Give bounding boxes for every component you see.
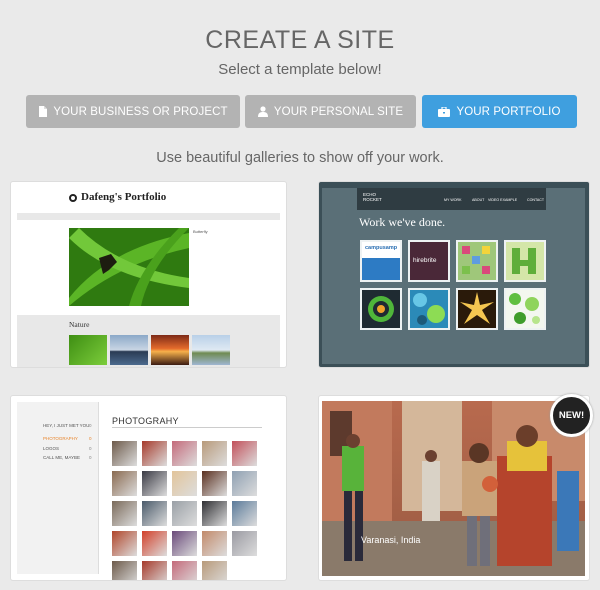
gallery-photo <box>202 471 227 496</box>
menu-count-hey: 0 <box>89 423 92 428</box>
tab-personal-label: YOUR PERSONAL SITE <box>273 105 404 118</box>
title-rule <box>112 427 262 428</box>
briefcase-icon <box>438 106 451 117</box>
gallery-tagline: Use beautiful galleries to show off your… <box>156 150 444 166</box>
category-tabs: YOUR BUSINESS OR PROJECT YOUR PERSONAL S… <box>26 95 577 128</box>
menu-item-hey: HEY, I JUST MET YOU <box>43 423 90 428</box>
page-subtitle: Select a template below! <box>218 61 382 78</box>
section-label: Nature <box>69 320 90 329</box>
tile-campusamp: campusamp <box>360 240 402 282</box>
tile-starburst <box>456 288 498 330</box>
tile-pixel-grid <box>456 240 498 282</box>
page-title: CREATE A SITE <box>205 26 395 54</box>
menu-item-logos: LOGOS <box>43 446 60 451</box>
echo-nav-video: VIDEO EXAMPLE <box>488 198 518 202</box>
nav-band <box>17 213 280 220</box>
thumb-leaf <box>69 335 107 365</box>
gallery-photo <box>112 561 137 580</box>
logo-circle-icon <box>69 194 77 202</box>
section-band <box>17 315 280 367</box>
tile-hirebrite: hirebrite <box>408 240 450 282</box>
template-site-title: Dafeng's Portfolio <box>81 191 167 203</box>
tile-green-dots <box>504 288 546 330</box>
echo-logo: ECHO ROCKET <box>363 192 382 202</box>
tab-portfolio[interactable]: YOUR PORTFOLIO <box>422 95 577 128</box>
gallery-photo <box>172 471 197 496</box>
menu-item-call-me: CALL ME, MAYBE <box>43 455 81 460</box>
menu-count-logos: 0 <box>89 446 92 451</box>
template-card-photography[interactable]: HEY, I JUST MET YOU 0 PHOTOGRAPHY 0 LOGO… <box>11 396 286 580</box>
gallery-photo <box>232 441 257 466</box>
hero-caption: Butterfly <box>193 229 208 234</box>
menu-count-photography: 0 <box>89 436 92 441</box>
gallery-photo <box>142 531 167 556</box>
gallery-photo <box>202 531 227 556</box>
gallery-photo <box>172 501 197 526</box>
tab-business-project[interactable]: YOUR BUSINESS OR PROJECT <box>26 95 240 128</box>
gallery-photo <box>232 501 257 526</box>
gallery-photo <box>202 501 227 526</box>
gallery-photo <box>232 471 257 496</box>
gallery-photo <box>142 561 167 580</box>
gallery-photo <box>142 441 167 466</box>
gallery-photo <box>112 501 137 526</box>
document-icon <box>38 106 48 117</box>
menu-count-call-me: 0 <box>89 455 92 460</box>
tab-business-label: YOUR BUSINESS OR PROJECT <box>53 105 228 118</box>
thumb-pond <box>192 335 230 365</box>
tile-green-blocks <box>504 240 546 282</box>
tile-blue-pattern <box>408 288 450 330</box>
tab-portfolio-label: YOUR PORTFOLIO <box>456 105 561 118</box>
photo-caption: Varanasi, India <box>361 535 421 545</box>
gallery-photo <box>112 531 137 556</box>
echo-nav-about: ABOUT <box>472 198 485 202</box>
gallery-photo <box>142 471 167 496</box>
gallery-photo <box>112 441 137 466</box>
gallery-photo <box>172 561 197 580</box>
tab-personal-site[interactable]: YOUR PERSONAL SITE <box>245 95 416 128</box>
echo-nav-contact: CONTACT <box>527 198 545 202</box>
echo-heading: Work we've done. <box>359 215 446 229</box>
gallery-photo <box>202 441 227 466</box>
butterfly-photo <box>69 228 189 306</box>
tile-target-logo <box>360 288 402 330</box>
gallery-photo <box>112 471 137 496</box>
user-icon <box>257 106 268 117</box>
new-badge: NEW! <box>550 394 593 437</box>
gallery-photo <box>232 531 257 556</box>
template-card-echo[interactable]: ECHO ROCKET MY WORK ABOUT VIDEO EXAMPLE … <box>319 182 589 367</box>
gallery-photo <box>202 561 227 580</box>
gallery-photo <box>172 441 197 466</box>
template-card-dafeng[interactable]: Dafeng's Portfolio Butterfly Nature <box>11 182 286 367</box>
gallery-photo <box>172 531 197 556</box>
echo-nav-mywork: MY WORK <box>444 198 462 202</box>
thumb-sunset <box>151 335 189 365</box>
template-card-varanasi[interactable]: Varanasi, India <box>319 396 589 580</box>
gallery-photo <box>142 501 167 526</box>
thumb-lake <box>110 335 148 365</box>
varanasi-photo <box>322 401 585 576</box>
gallery-title: PHOTOGRAHY <box>112 416 179 426</box>
menu-item-photography: PHOTOGRAPHY <box>43 436 78 441</box>
